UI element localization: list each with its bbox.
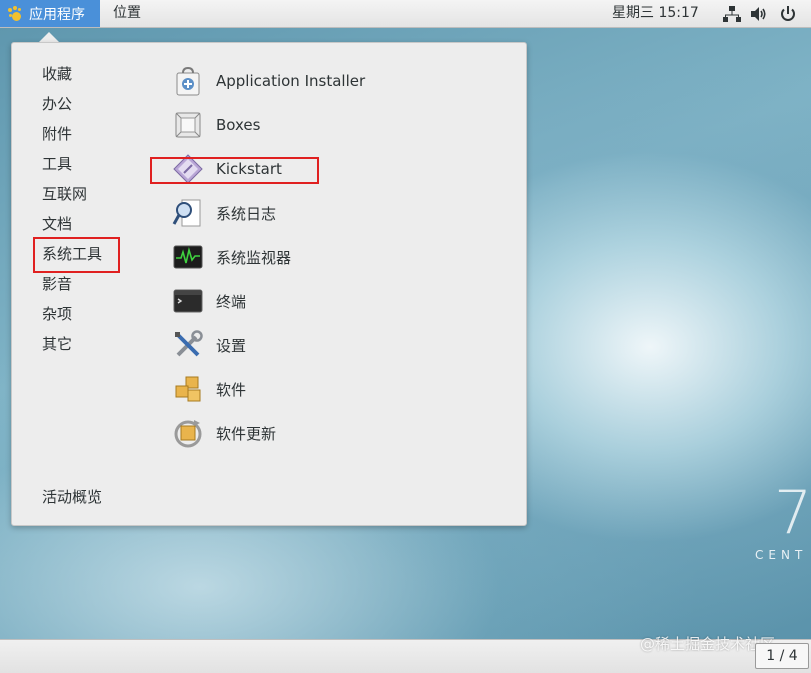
centos-logo-text: CENT — [755, 548, 808, 562]
applications-menu-button[interactable]: 应用程序 — [0, 0, 100, 27]
centos-logo-number: 7 — [774, 478, 811, 548]
settings-icon — [172, 329, 204, 361]
app-label: 设置 — [216, 336, 247, 355]
app-item-system-log[interactable]: 系统日志 — [172, 196, 276, 230]
system-log-icon — [172, 197, 204, 229]
category-item[interactable]: 收藏 — [42, 64, 72, 84]
places-menu-button[interactable]: 位置 — [113, 0, 141, 27]
category-item[interactable]: 其它 — [42, 334, 72, 354]
category-item[interactable]: 互联网 — [42, 184, 87, 204]
app-item-boxes[interactable]: Boxes — [172, 108, 260, 142]
category-item[interactable]: 附件 — [42, 124, 72, 144]
boxes-icon — [172, 109, 204, 141]
terminal-icon — [172, 285, 204, 317]
app-label: 软件 — [216, 380, 247, 399]
gnome-foot-icon — [7, 5, 23, 22]
network-icon[interactable] — [723, 5, 741, 23]
category-item[interactable]: 文档 — [42, 214, 72, 234]
app-item-terminal[interactable]: 终端 — [172, 284, 246, 318]
software-icon — [172, 373, 204, 405]
app-label: 系统监视器 — [216, 248, 292, 267]
top-bar: 应用程序 位置 星期三 15:17 — [0, 0, 811, 28]
category-item[interactable]: 杂项 — [42, 304, 72, 324]
app-label: 终端 — [216, 292, 247, 311]
app-item-system-monitor[interactable]: 系统监视器 — [172, 240, 291, 274]
clock[interactable]: 星期三 15:17 — [612, 0, 699, 27]
workspace-pager[interactable]: 1 / 4 — [755, 643, 809, 669]
category-item[interactable]: 工具 — [42, 154, 72, 174]
applications-menu-label: 应用程序 — [29, 6, 85, 23]
category-item[interactable]: 办公 — [42, 94, 72, 114]
app-item-software-update[interactable]: 软件更新 — [172, 416, 276, 450]
app-label: Application Installer — [216, 72, 366, 90]
system-monitor-icon — [172, 241, 204, 273]
category-item[interactable]: 影音 — [42, 274, 72, 294]
app-item-application-installer[interactable]: Application Installer — [172, 64, 365, 98]
power-icon[interactable] — [779, 5, 797, 23]
app-item-software[interactable]: 软件 — [172, 372, 246, 406]
app-label: 系统日志 — [216, 204, 277, 223]
app-item-settings[interactable]: 设置 — [172, 328, 246, 362]
software-update-icon — [172, 417, 204, 449]
software-installer-icon — [172, 65, 204, 97]
app-label: 软件更新 — [216, 424, 277, 443]
applications-menu-panel: 收藏 办公 附件 工具 互联网 文档 系统工具 影音 杂项 其它 Applica… — [11, 42, 527, 526]
category-highlight-box — [33, 237, 120, 273]
app-label: Boxes — [216, 116, 261, 134]
activities-overview-button[interactable]: 活动概览 — [42, 486, 102, 507]
volume-icon[interactable] — [750, 5, 768, 23]
app-highlight-box — [150, 157, 319, 184]
